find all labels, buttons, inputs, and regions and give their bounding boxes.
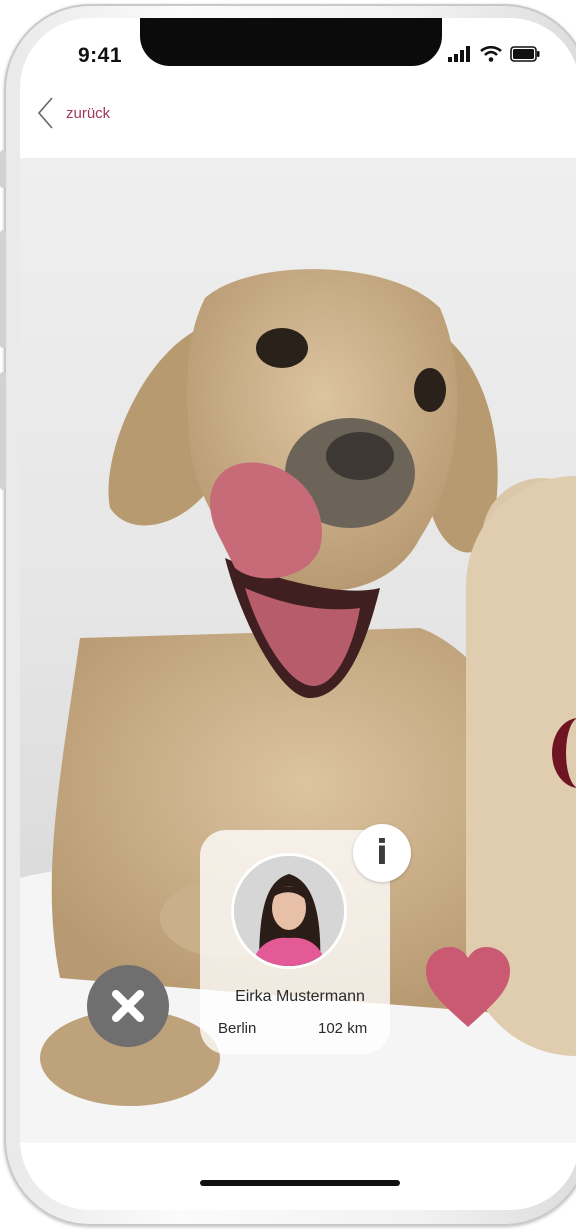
battery-icon [510,46,540,62]
home-indicator[interactable] [200,1180,400,1186]
volume-up-button [0,230,6,348]
wifi-icon [480,46,502,62]
avatar-image [234,856,344,966]
chevron-left-icon [37,97,53,129]
status-time: 9:41 [78,44,123,67]
silent-switch [0,150,6,188]
info-button[interactable]: i [353,824,411,882]
volume-down-button [0,372,6,490]
status-icons [448,46,540,62]
back-button[interactable]: zurück [36,96,110,130]
phone-screen: 9:41 zurück i Eirka Mustermann Berlin 10… [20,18,576,1210]
profile-distance: 102 km [318,1020,368,1037]
avatar [234,856,344,966]
notch [140,18,442,66]
heart-icon [426,947,510,1027]
profile-name: Eirka Mustermann [235,988,365,1005]
dismiss-button[interactable] [87,965,169,1047]
like-button[interactable] [422,943,514,1035]
profile-city: Berlin [218,1020,257,1037]
back-label: zurück [66,104,111,122]
signal-icon [448,46,470,62]
profile-card[interactable]: i Eirka Mustermann Berlin 102 km [200,824,411,1054]
close-icon [112,990,144,1022]
